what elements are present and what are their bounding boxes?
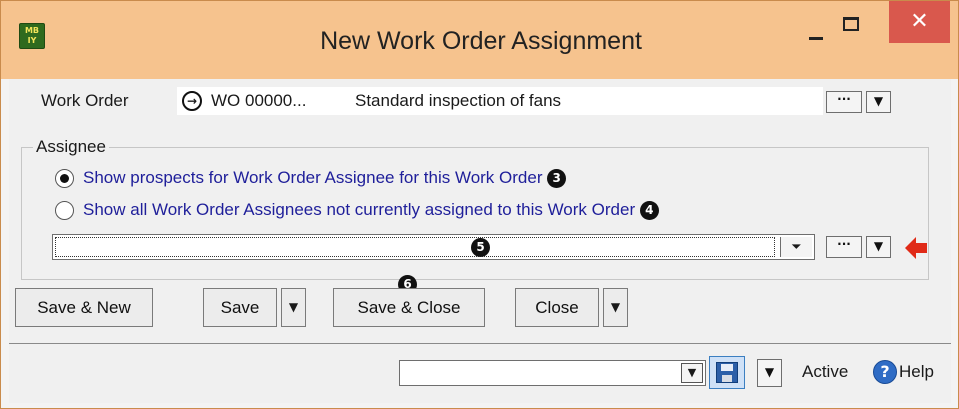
save-button[interactable]: Save: [203, 288, 277, 327]
assignee-dropdown-button[interactable]: ▼: [866, 236, 891, 258]
radio-show-all-label[interactable]: Show all Work Order Assignees not curren…: [83, 200, 659, 221]
work-order-code: WO 00000...: [211, 91, 307, 110]
work-order-lookup-button[interactable]: ···: [826, 91, 862, 113]
work-order-label: Work Order: [41, 91, 129, 110]
title-bar[interactable]: MB IY New Work Order Assignment ✕: [1, 1, 958, 79]
help-link[interactable]: Help: [899, 362, 934, 382]
status-bar: ▼ ▼ Active ? Help: [9, 343, 951, 403]
radio-show-prospects-label[interactable]: Show prospects for Work Order Assignee f…: [83, 168, 567, 189]
minimize-icon[interactable]: [809, 37, 823, 40]
assignee-combo[interactable]: ⏷: [52, 234, 815, 260]
assignee-combo-dropdown-icon[interactable]: ⏷: [780, 237, 812, 257]
work-order-description: Standard inspection of fans: [355, 91, 562, 110]
save-icon-button[interactable]: [709, 356, 745, 389]
floppy-disk-icon: [716, 362, 738, 383]
active-status-label: Active: [802, 362, 849, 381]
work-order-field[interactable]: → WO 00000... Standard inspection of fan…: [177, 87, 823, 115]
assignee-combo-text[interactable]: [55, 237, 775, 257]
dialog-content: Work Order → WO 00000... Standard inspec…: [9, 79, 951, 403]
assignee-group-title: Assignee: [33, 137, 109, 157]
save-dropdown-button[interactable]: ▼: [281, 288, 306, 327]
callout-badge-4: 4: [639, 201, 659, 221]
radio-button-unselected[interactable]: [55, 201, 74, 220]
assignee-lookup-button[interactable]: ···: [826, 236, 862, 258]
status-combo[interactable]: ▼: [399, 360, 706, 386]
dialog-window: MB IY New Work Order Assignment ✕ Work Or…: [0, 0, 959, 409]
work-order-dropdown-button[interactable]: ▼: [866, 91, 891, 113]
maximize-icon[interactable]: [843, 17, 859, 31]
close-dropdown-button[interactable]: ▼: [603, 288, 628, 327]
close-window-button[interactable]: ✕: [889, 1, 950, 43]
save-new-button[interactable]: Save & New: [15, 288, 153, 327]
help-icon[interactable]: ?: [873, 360, 897, 384]
close-button[interactable]: Close: [515, 288, 599, 327]
window-title: New Work Order Assignment: [320, 27, 642, 55]
callout-badge-3: 3: [547, 169, 567, 189]
save-close-button[interactable]: Save & Close: [333, 288, 485, 327]
callout-badge-5: 5: [471, 238, 490, 257]
red-arrow-icon: [905, 237, 927, 259]
navigate-icon[interactable]: →: [182, 91, 202, 111]
status-combo-dropdown-icon[interactable]: ▼: [681, 363, 703, 383]
radio-button-selected[interactable]: [55, 169, 74, 188]
save-icon-dropdown-button[interactable]: ▼: [757, 359, 782, 387]
app-icon[interactable]: MB IY: [19, 23, 45, 49]
